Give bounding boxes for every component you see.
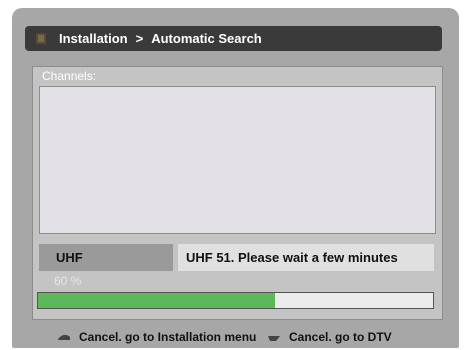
status-row: UHF UHF 51. Please wait a few minutes — [39, 244, 434, 271]
channels-label: Channels: — [42, 69, 97, 83]
status-message-box: UHF 51. Please wait a few minutes — [178, 244, 434, 271]
menu-key-icon — [267, 331, 281, 343]
progress-percent: 60 % — [54, 274, 82, 288]
progress-bar — [37, 292, 434, 309]
status-message: UHF 51. Please wait a few minutes — [186, 250, 398, 265]
progress-fill — [38, 293, 275, 308]
installation-icon — [36, 33, 46, 44]
cancel-to-installation-label: Cancel. go to Installation menu — [79, 330, 257, 344]
breadcrumb-section: Installation — [59, 31, 128, 46]
page-title: Automatic Search — [151, 31, 262, 46]
cancel-to-dtv-label: Cancel. go to DTV — [289, 330, 392, 344]
cancel-to-installation-hint[interactable]: Cancel. go to Installation menu — [57, 330, 256, 344]
back-key-icon — [57, 331, 71, 343]
band-label: UHF — [56, 250, 83, 265]
title-bar: Installation > Automatic Search — [25, 26, 442, 51]
footer-bar: Cancel. go to Installation menu Cancel. … — [12, 325, 459, 348]
cancel-to-dtv-hint[interactable]: Cancel. go to DTV — [267, 330, 392, 344]
channel-list[interactable] — [39, 86, 436, 234]
breadcrumb: Installation > Automatic Search — [59, 31, 262, 46]
band-label-box: UHF — [39, 244, 173, 271]
breadcrumb-separator: > — [135, 31, 144, 46]
